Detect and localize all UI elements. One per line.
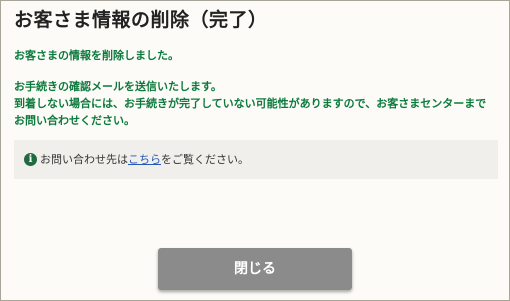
dialog-frame: お客さま情報の削除（完了） お客さまの情報を削除しました。 お手続きの確認メール… [0, 0, 510, 301]
contact-info-prefix: お問い合わせ先は [40, 152, 128, 166]
close-button[interactable]: 閉じる [158, 248, 352, 290]
page-title: お客さま情報の削除（完了） [14, 9, 268, 31]
contact-info-text: お問い合わせ先はこちらをご覧ください。 [40, 153, 249, 167]
not-arrived-message-line1: 到着しない場合には、お手続きが完了していない可能性がありますので、お客さまセンタ… [14, 97, 487, 110]
contact-link[interactable]: こちら [128, 153, 161, 166]
info-icon: i [24, 153, 37, 166]
contact-info-box: i お問い合わせ先はこちらをご覧ください。 [14, 140, 498, 179]
confirmation-email-message: お手続きの確認メールを送信いたします。 [14, 80, 222, 93]
not-arrived-message-line2: お問い合わせください。 [14, 114, 135, 127]
contact-info-suffix: をご覧ください。 [161, 152, 249, 166]
deletion-complete-message: お客さまの情報を削除しました。 [14, 49, 179, 62]
